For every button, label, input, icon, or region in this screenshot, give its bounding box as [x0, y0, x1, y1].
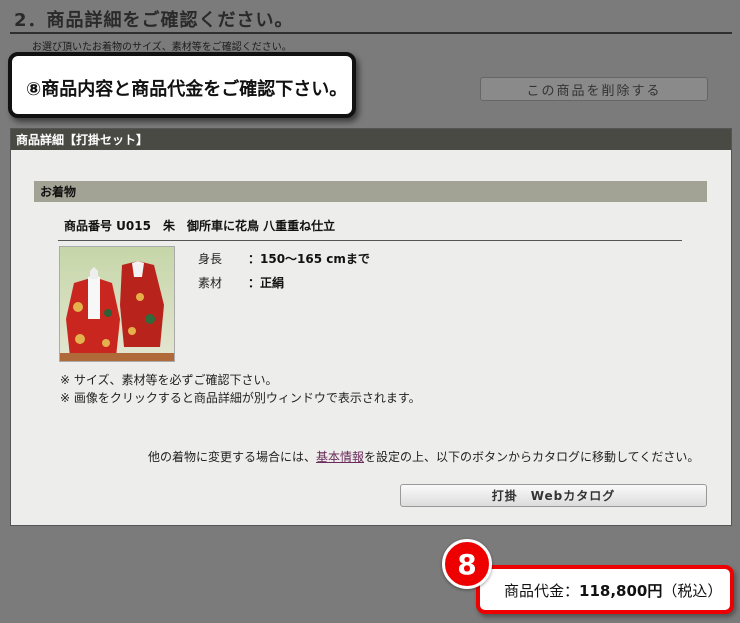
catalog-instruction: 他の着物に変更する場合には、基本情報を設定の上、以下のボタンからカタログに移動し…: [148, 448, 699, 465]
price-tax: （税込）: [662, 582, 723, 600]
title-divider: [10, 32, 732, 34]
spec-label-material: 素材: [198, 276, 223, 290]
price-amount: 118,800円: [579, 582, 663, 600]
catalog-text-after: を設定の上、以下のボタンからカタログに移動してください。: [364, 450, 700, 464]
page-subtitle: お選び頂いたお着物のサイズ、素材等をご確認ください。: [32, 42, 292, 53]
section-header-kimono: お着物: [34, 181, 707, 202]
note-size: ※ サイズ、素材等を必ずご確認下さい。: [60, 373, 278, 387]
panel-header: 商品詳細【打掛セット】: [11, 129, 731, 150]
spec-value-material: ：正絹: [248, 276, 285, 290]
item-name: 商品番号 U015 朱 御所車に花鳥 八重重ね仕立: [64, 219, 336, 233]
spec-label-height: 身長: [198, 252, 223, 266]
step-badge: 8: [442, 539, 492, 589]
item-divider: [58, 240, 682, 241]
kimono-photo-graphic: [60, 247, 174, 361]
spec-value-height: ：150～165 cmまで: [248, 252, 370, 266]
note-image-click: ※ 画像をクリックすると商品詳細が別ウィンドウで表示されます。: [60, 391, 421, 405]
instruction-callout-text: ⑧商品内容と商品代金をご確認下さい。: [26, 79, 348, 100]
kimono-photo-icon[interactable]: [59, 246, 175, 362]
price-display: 商品代金：118,800円（税込）: [504, 580, 722, 601]
delete-item-button[interactable]: この商品を削除する: [480, 77, 708, 101]
catalog-text-before: 他の着物に変更する場合には、: [148, 450, 317, 464]
page-title: 2．商品詳細をご確認ください。: [14, 10, 294, 31]
basic-info-link[interactable]: 基本情報: [316, 450, 364, 464]
web-catalog-button[interactable]: 打掛 Webカタログ: [400, 484, 707, 507]
price-label: 商品代金：: [504, 582, 580, 600]
